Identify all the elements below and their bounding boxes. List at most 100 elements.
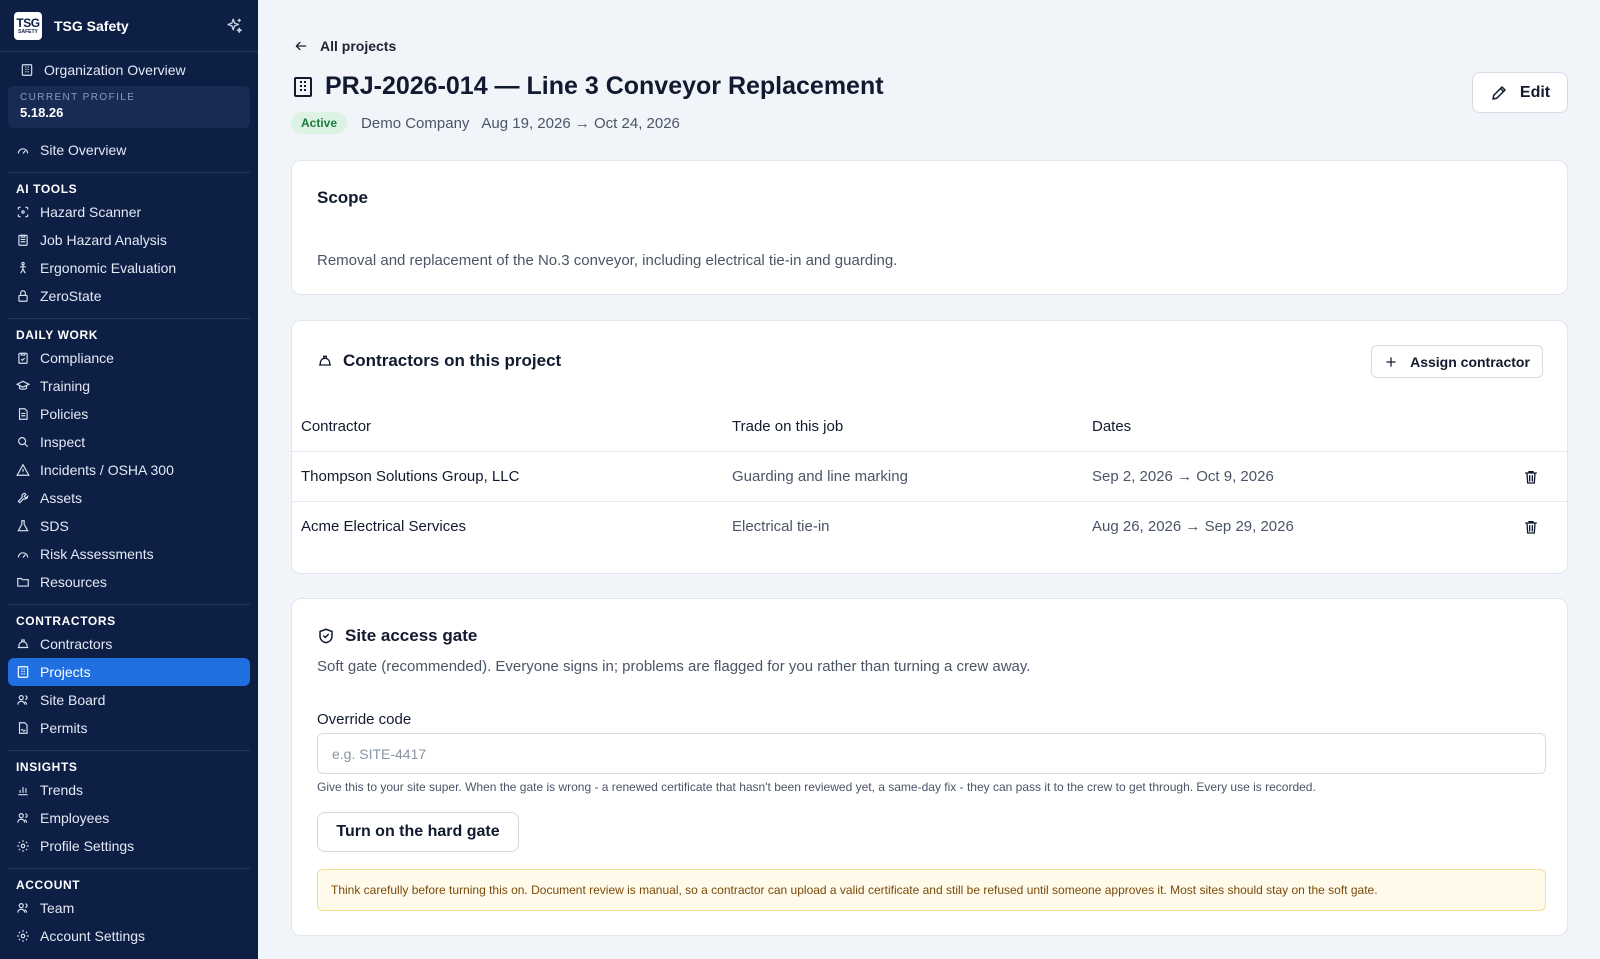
arrow-left-icon [295,41,307,51]
nav-policies[interactable]: Policies [8,400,250,428]
nav-training[interactable]: Training [8,372,250,400]
back-to-all-projects-link[interactable]: All projects [294,38,396,54]
nav-label: Site Overview [40,142,127,158]
status-badge: Active [291,112,348,134]
nav-profile-settings[interactable]: Profile Settings [8,832,250,860]
bar-chart-icon [18,787,28,796]
clipboard-list-icon [18,234,28,246]
sidebar: TSG SAFETY TSG Safety Organization Overv… [0,0,258,959]
ai-sparkle-icon[interactable] [224,16,244,36]
edit-button-label: Edit [1519,83,1551,101]
flask-icon [17,520,29,532]
gate-title: Site access gate [317,626,477,646]
nav-label: Permits [40,720,88,736]
nav-organization-overview[interactable]: Organization Overview [8,56,250,84]
nav-site-board[interactable]: Site Board [8,686,250,714]
nav-label: Job Hazard Analysis [40,232,167,248]
nav-compliance[interactable]: Compliance [8,344,250,372]
contractors-table: Contractor Trade on this job Dates Thomp… [292,401,1567,551]
building-icon [17,666,29,678]
nav-inspect[interactable]: Inspect [8,428,250,456]
nav-incidents[interactable]: Incidents / OSHA 300 [8,456,250,484]
main-content: All projects PRJ-2026-014 — Line 3 Conve… [258,0,1600,959]
nav-label: Compliance [40,350,114,366]
nav-ergonomic-evaluation[interactable]: Ergonomic Evaluation [8,254,250,282]
shield-check-icon [319,628,333,644]
divider [8,868,250,869]
contractor-trade: Guarding and line marking [732,468,908,485]
nav-label: Profile Settings [40,838,135,854]
users-icon [17,813,28,823]
person-icon [20,261,26,274]
nav-projects[interactable]: Projects [8,658,250,686]
hard-hat-icon [17,639,29,649]
turn-on-hard-gate-button[interactable]: Turn on the hard gate [317,812,519,852]
building-icon [294,76,312,97]
section-title-insights: INSIGHTS [16,760,78,774]
project-meta: Active Demo Company Aug 19, 2026 → Oct 2… [291,112,680,134]
nav-trends[interactable]: Trends [8,776,250,804]
card-title-label: Scope [317,188,369,207]
contractor-name: Thompson Solutions Group, LLC [301,468,520,485]
nav-employees[interactable]: Employees [8,804,250,832]
current-profile-box[interactable]: CURRENT PROFILE 5.18.26 [8,86,250,128]
nav-assets[interactable]: Assets [8,484,250,512]
nav-job-hazard-analysis[interactable]: Job Hazard Analysis [8,226,250,254]
override-help-text: Give this to your site super. When the g… [317,780,1316,794]
warning-triangle-icon [16,463,30,476]
override-code-label: Override code [317,711,412,728]
nav-account-settings[interactable]: Account Settings [8,922,250,950]
column-header-contractor: Contractor [301,417,372,435]
hard-gate-warning: Think carefully before turning this on. … [317,869,1546,911]
divider [8,318,250,319]
divider [8,604,250,605]
table-row[interactable]: Acme Electrical Services Electrical tie-… [292,501,1567,551]
nav-label: ZeroState [40,288,102,304]
nav-label: Contractors [40,636,113,652]
section-title-ai-tools: AI TOOLS [16,182,78,196]
override-code-input[interactable] [317,733,1546,774]
nav-permits[interactable]: Permits [8,714,250,742]
contractors-card: Contractors on this project Assign contr… [291,320,1568,574]
nav-contractors[interactable]: Contractors [8,630,250,658]
nav-label: Assets [40,490,83,506]
brand-name: TSG Safety [54,17,129,34]
nav-label: Ergonomic Evaluation [40,260,177,276]
contractor-name: Acme Electrical Services [301,518,467,535]
brand-logo[interactable]: TSG SAFETY [14,11,42,40]
divider [8,750,250,751]
contractors-title: Contractors on this project [317,351,561,371]
nav-label: Account Settings [40,928,146,944]
brand-header: TSG SAFETY TSG Safety [0,0,258,52]
nav-site-overview[interactable]: Site Overview [8,136,250,164]
back-link-label: All projects [320,38,397,54]
trash-icon[interactable] [1523,519,1539,535]
nav-hazard-scanner[interactable]: Hazard Scanner [8,198,250,226]
graduation-cap-icon [16,380,30,390]
contractor-trade: Electrical tie-in [732,518,830,535]
scan-icon [17,206,29,218]
assign-button-label: Assign contractor [1410,353,1530,370]
nav-risk-assessments[interactable]: Risk Assessments [8,540,250,568]
section-title-account: ACCOUNT [16,878,81,892]
assign-contractor-button[interactable]: Assign contractor [1371,345,1543,378]
project-dates: Aug 19, 2026 → Oct 24, 2026 [481,114,680,132]
card-title-label: Contractors on this project [343,351,562,370]
brand-logo-subtext: SAFETY [18,28,38,35]
section-title-contractors: CONTRACTORS [16,614,116,628]
edit-button[interactable]: Edit [1472,72,1568,113]
contractor-dates: Aug 26, 2026 → Sep 29, 2026 [1092,518,1294,535]
wrench-icon [17,492,29,504]
column-header-dates: Dates [1092,417,1132,435]
search-icon [18,437,29,448]
nav-resources[interactable]: Resources [8,568,250,596]
contractor-dates: Sep 2, 2026 → Oct 9, 2026 [1092,468,1274,485]
folder-icon [17,577,29,587]
divider [8,172,250,173]
table-row[interactable]: Thompson Solutions Group, LLC Guarding a… [292,451,1567,501]
nav-team[interactable]: Team [8,894,250,922]
signed-document-icon [18,722,28,734]
nav-zerostate[interactable]: ZeroState [8,282,250,310]
trash-icon[interactable] [1523,469,1539,485]
nav-sds[interactable]: SDS [8,512,250,540]
